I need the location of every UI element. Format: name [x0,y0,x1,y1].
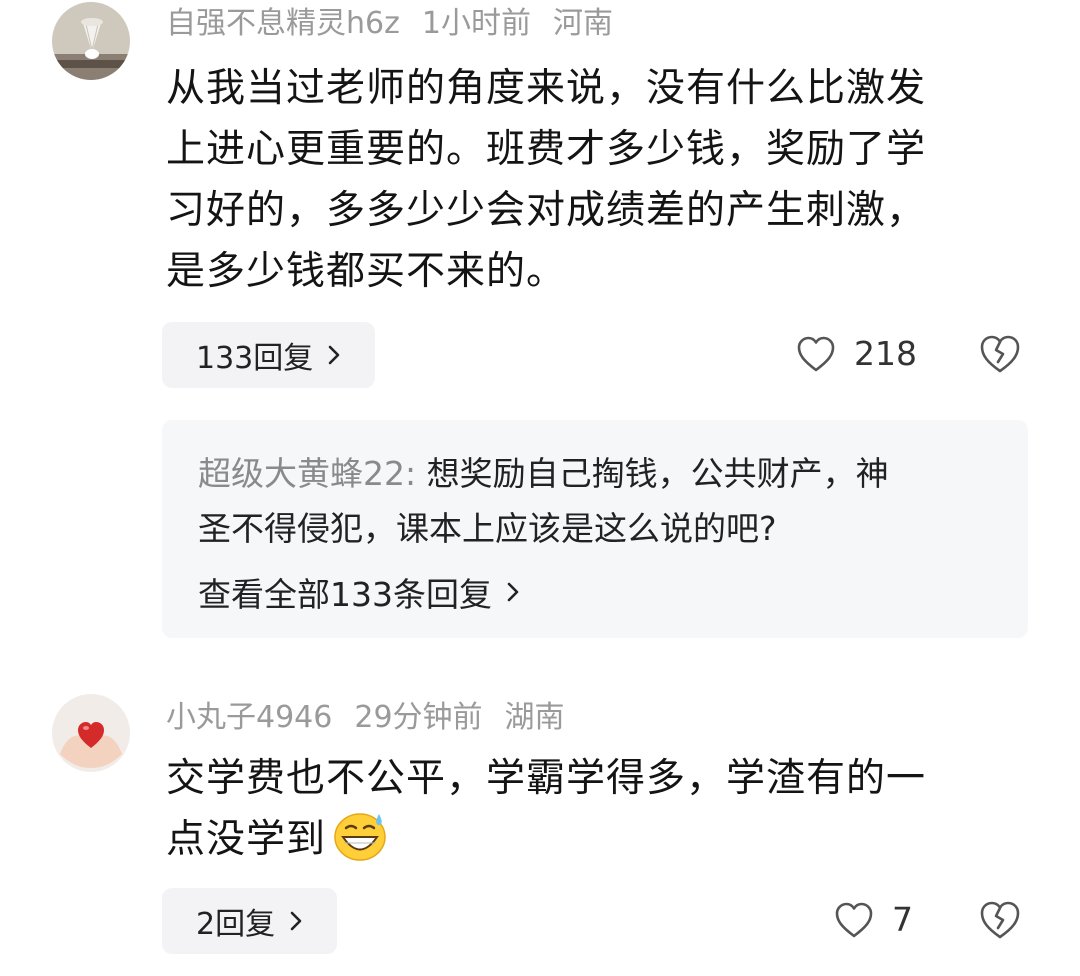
comment-meta: 自强不息精灵h6z 1小时前 河南 [166,4,635,44]
comment-text: 交学费也不公平，学霸学得多，学渣有的一 点没学到 [166,748,1016,870]
comment-text-line-with-emoji: 点没学到 [166,809,1016,870]
sub-reply-box[interactable]: 超级大黄蜂22: 想奖励自己掏钱，公共财产，神 圣不得侵犯，课本上应该是这么说的… [162,420,1028,638]
broken-heart-icon[interactable] [978,898,1022,942]
shuttlecock-avatar-image [52,2,130,80]
reply-count-button[interactable]: 2回复 [162,888,338,954]
sub-reply-content: 圣不得侵犯，课本上应该是这么说的吧? [198,509,777,548]
sub-reply-author[interactable]: 超级大黄蜂22: [198,454,416,493]
heart-outline-icon [835,902,873,937]
comment-text-line: 点没学到 [166,817,327,862]
reply-count-label: 2回复 [196,907,276,942]
avatar[interactable] [52,2,130,80]
heart-hands-avatar-image [52,694,130,772]
reply-count-button[interactable]: 133回复 [162,322,376,388]
comment-meta: 小丸子4946 29分钟前 湖南 [166,698,587,738]
comment-location: 河南 [552,6,613,41]
avatar[interactable] [52,694,130,772]
grinning-sweat-emoji-icon [334,813,386,861]
comment-text-line: 上进心更重要的。班费才多少钱，奖励了学 [166,127,927,172]
like-button[interactable]: 7 [834,900,913,939]
like-button[interactable]: 218 [796,334,917,373]
like-count: 218 [854,334,917,373]
sub-reply-content: 想奖励自己掏钱，公共财产，神 [416,454,889,493]
view-all-replies-link[interactable]: 查看全部133条回复 [198,568,524,616]
comment-text-line: 是多少钱都买不来的。 [166,249,567,294]
comment-text-line: 从我当过老师的角度来说，没有什么比激发 [166,66,927,111]
chevron-right-icon [507,582,519,602]
broken-heart-icon[interactable] [978,332,1022,376]
comment-text-line: 交学费也不公平，学霸学得多，学渣有的一 [166,756,927,801]
chevron-right-icon [328,345,340,365]
like-count: 7 [892,900,913,939]
author-name[interactable]: 自强不息精灵h6z [166,6,400,41]
comment-text: 从我当过老师的角度来说，没有什么比激发 上进心更重要的。班费才多少钱，奖励了学 … [166,58,1016,302]
comment-text-line: 习好的，多多少少会对成绩差的产生刺激， [166,188,927,233]
comment-time: 1小时前 [421,6,531,41]
reply-count-label: 133回复 [196,341,314,376]
chevron-right-icon [290,911,302,931]
comment-location: 湖南 [504,700,565,735]
view-all-replies-label: 查看全部133条回复 [198,575,492,614]
heart-outline-icon [797,336,835,371]
comment-time: 29分钟前 [354,700,483,735]
sub-reply-text: 超级大黄蜂22: 想奖励自己掏钱，公共财产，神 圣不得侵犯，课本上应该是这么说的… [198,446,998,556]
author-name[interactable]: 小丸子4946 [166,700,332,735]
